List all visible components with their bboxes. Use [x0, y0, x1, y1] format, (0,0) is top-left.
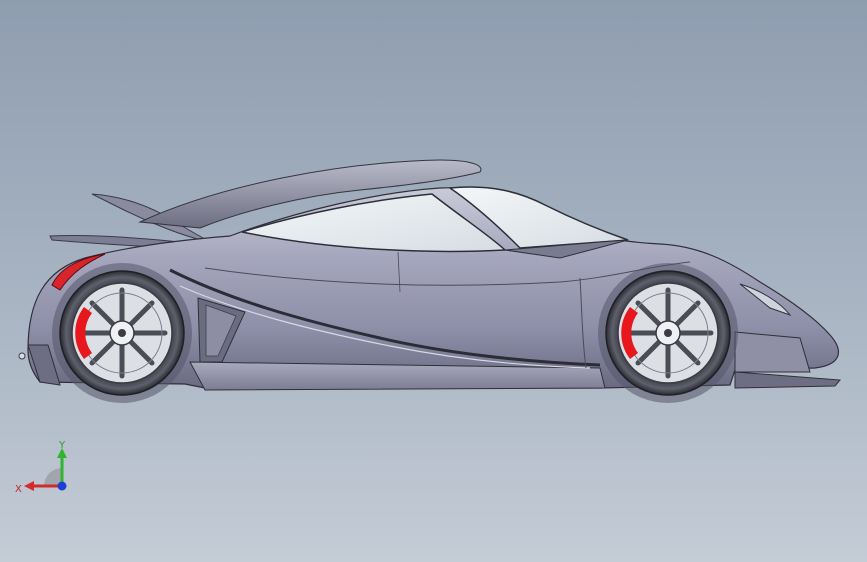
- triad-icon: [24, 448, 67, 491]
- triad-y-label: Y: [59, 440, 66, 451]
- triad-x-label: X: [15, 484, 22, 495]
- graphics-viewport[interactable]: Y X: [0, 0, 867, 562]
- car-model[interactable]: [0, 0, 867, 562]
- front-wheel: [598, 263, 738, 403]
- rear-wheel: [52, 263, 192, 403]
- reference-triad[interactable]: Y X: [12, 438, 82, 508]
